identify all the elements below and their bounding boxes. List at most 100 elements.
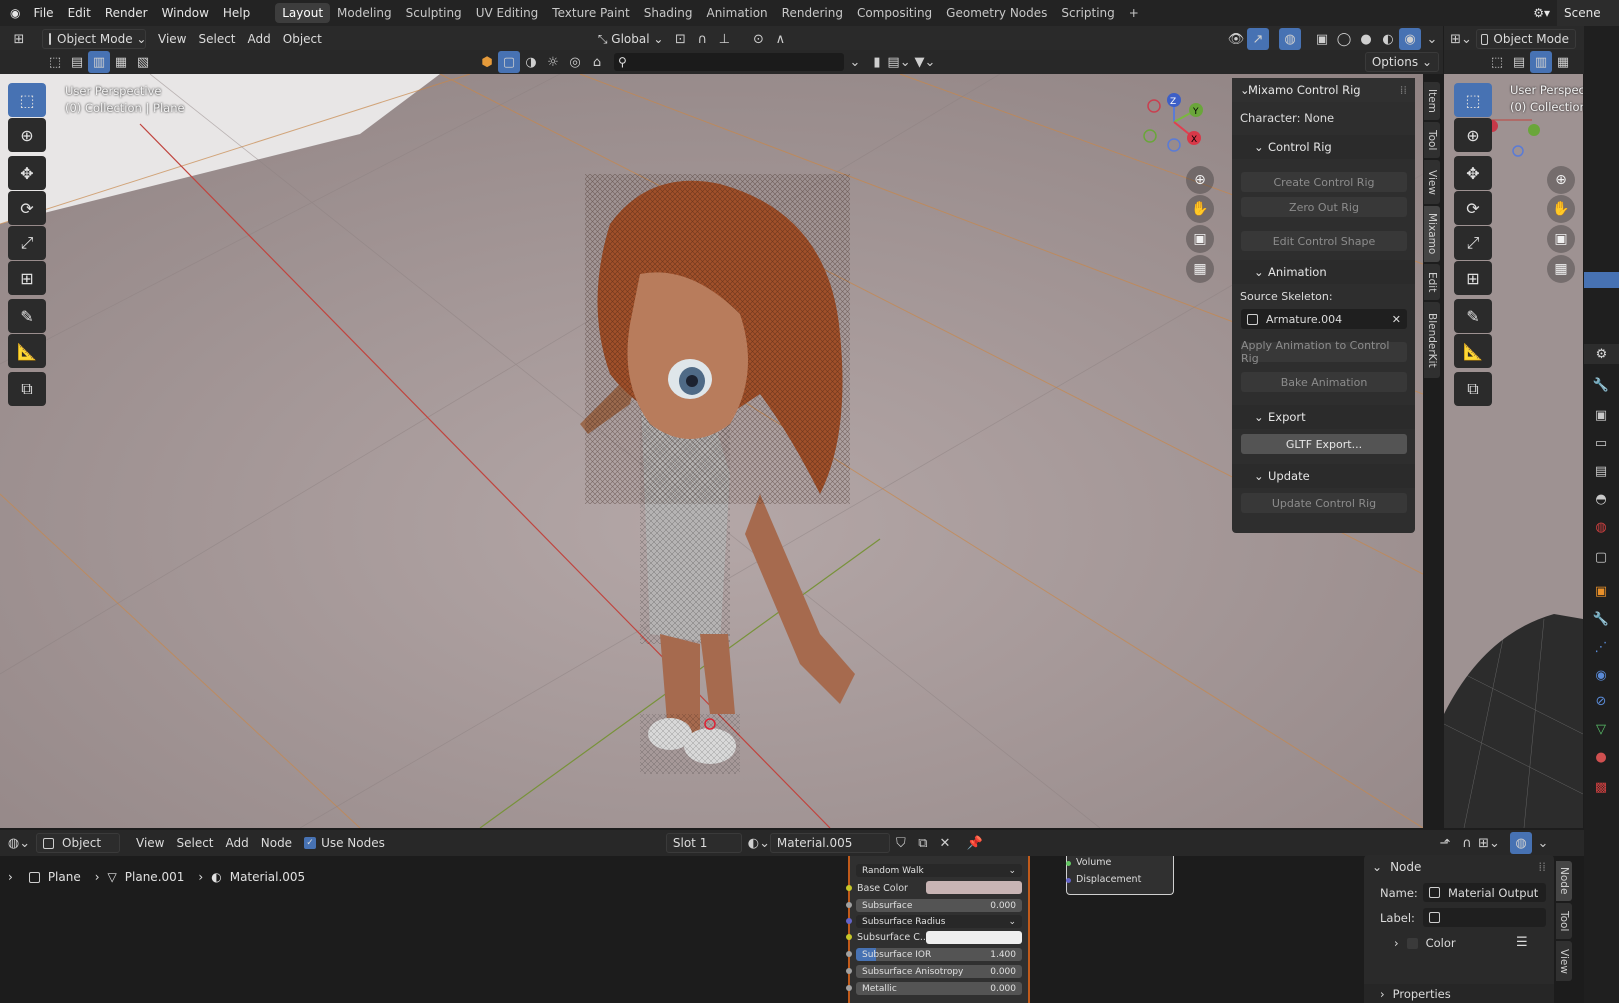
collection-properties-icon[interactable]: ▢: [1592, 548, 1610, 566]
search-options-icon[interactable]: ⌄: [844, 51, 866, 73]
menu-select[interactable]: Select: [192, 29, 241, 49]
control-rig-section[interactable]: ⌄ Control Rig: [1232, 135, 1415, 159]
tab-item[interactable]: Item: [1424, 82, 1440, 120]
filter-world-icon[interactable]: ◎: [564, 51, 586, 73]
modifier-properties-icon[interactable]: 🔧: [1592, 610, 1610, 628]
select-box-mode-icon[interactable]: ⬚: [44, 51, 66, 73]
menu-file[interactable]: File: [26, 0, 60, 26]
color-checkbox[interactable]: [1406, 937, 1418, 949]
duplicate-material-icon[interactable]: ⧉: [912, 832, 934, 854]
physics-properties-icon[interactable]: ◉: [1592, 666, 1610, 684]
transform-tool[interactable]: ⊞: [8, 261, 46, 295]
subsurface-ior-socket[interactable]: [846, 951, 852, 957]
snap-icon[interactable]: ∩: [691, 28, 713, 50]
export-section[interactable]: ⌄ Export: [1232, 405, 1415, 429]
update-section[interactable]: ⌄ Update: [1232, 464, 1415, 488]
editor-type-icon[interactable]: ◍⌄: [8, 832, 30, 854]
render-properties-icon[interactable]: ▣: [1592, 406, 1610, 424]
right-measure-tool[interactable]: 📐: [1454, 334, 1492, 368]
subsurface-radius-socket[interactable]: [846, 918, 852, 924]
mixamo-panel-header[interactable]: ⌄ Mixamo Control Rig ⁞⁞: [1232, 78, 1415, 102]
particles-properties-icon[interactable]: ⋰: [1592, 638, 1610, 656]
select-subtract-icon[interactable]: ▥: [88, 51, 110, 73]
xray-icon[interactable]: ▣: [1311, 28, 1333, 50]
metallic-socket[interactable]: [846, 985, 852, 991]
rendered-shading-icon[interactable]: ◉: [1399, 28, 1421, 50]
pivot-icon[interactable]: ⊡: [669, 28, 691, 50]
right-cursor-tool[interactable]: ⊕: [1454, 118, 1492, 152]
orientation-dropdown[interactable]: ⤡ Global ⌄: [592, 29, 670, 49]
node-label-field[interactable]: [1423, 908, 1546, 927]
constraint-properties-icon[interactable]: ⊘: [1592, 692, 1610, 710]
add-workspace-button[interactable]: +: [1122, 3, 1146, 23]
tab-scripting[interactable]: Scripting: [1054, 3, 1121, 23]
tab-edit[interactable]: Edit: [1424, 264, 1440, 300]
options-dropdown[interactable]: Options ⌄: [1364, 52, 1439, 72]
menu-help[interactable]: Help: [216, 0, 257, 26]
right-scale-tool[interactable]: ⤢: [1454, 226, 1492, 260]
menu-add[interactable]: Add: [220, 833, 255, 853]
select-subtract-icon[interactable]: ▥: [1530, 51, 1552, 73]
right-zoom-button[interactable]: ⊕: [1547, 166, 1575, 194]
viewport-search-input[interactable]: ⚲: [614, 53, 844, 71]
rotate-tool[interactable]: ⟳: [8, 191, 46, 225]
tool-properties-icon[interactable]: ⚙: [1584, 344, 1619, 364]
update-control-rig-button[interactable]: Update Control Rig: [1241, 493, 1407, 513]
fake-user-icon[interactable]: ⛉: [890, 832, 912, 854]
tab-geometry-nodes[interactable]: Geometry Nodes: [939, 3, 1054, 23]
right-mode-dropdown[interactable]: Object Mode: [1476, 29, 1576, 49]
right-select-tool[interactable]: ⬚: [1454, 83, 1492, 117]
displacement-socket[interactable]: [1066, 878, 1071, 883]
world-properties-icon[interactable]: ◍: [1592, 518, 1610, 536]
material-properties-icon[interactable]: ●: [1592, 748, 1610, 766]
node-name-field[interactable]: Material Output: [1423, 883, 1546, 902]
base-color-swatch[interactable]: [926, 881, 1022, 894]
color-subpanel[interactable]: › Color: [1394, 936, 1456, 950]
subsurface-field[interactable]: Subsurface 0.000: [856, 899, 1022, 912]
gltf-export-button[interactable]: GLTF Export...: [1241, 434, 1407, 454]
wireframe-shading-icon[interactable]: ◯: [1333, 28, 1355, 50]
subsurface-ior-field[interactable]: Subsurface IOR 1.400: [856, 948, 1022, 961]
scene-name[interactable]: Scene: [1557, 0, 1619, 26]
filter-icon[interactable]: ▼⌄: [910, 51, 940, 73]
tab-view[interactable]: View: [1424, 160, 1440, 204]
use-nodes-checkbox[interactable]: ✓ Use Nodes: [298, 833, 391, 853]
menu-object[interactable]: Object: [277, 29, 328, 49]
blender-logo-icon[interactable]: ◉: [0, 0, 26, 26]
select-box-mode-icon[interactable]: ⬚: [1486, 51, 1508, 73]
pin-icon[interactable]: 📌: [964, 832, 986, 854]
3d-viewport[interactable]: User Perspective (0) Collection | Plane …: [0, 74, 1423, 828]
list-icon[interactable]: ☰: [1516, 935, 1528, 950]
mode-dropdown[interactable]: Object Mode ⌄: [42, 29, 146, 49]
snap-mode-icon[interactable]: ⊞⌄: [1478, 832, 1500, 854]
create-control-rig-button[interactable]: Create Control Rig: [1241, 172, 1407, 192]
annotate-tool[interactable]: ✎: [8, 299, 46, 333]
shader-type-dropdown[interactable]: Object: [36, 833, 120, 853]
filter-light-icon[interactable]: ☼: [542, 51, 564, 73]
subsurface-anisotropy-field[interactable]: Subsurface Anisotropy 0.000: [856, 965, 1022, 978]
menu-node[interactable]: Node: [255, 833, 298, 853]
menu-select[interactable]: Select: [170, 833, 219, 853]
subsurface-method-dropdown[interactable]: Random Walk ⌄: [856, 864, 1022, 877]
edit-control-shape-button[interactable]: Edit Control Shape: [1241, 231, 1407, 251]
source-skeleton-field[interactable]: Armature.004 ✕: [1241, 309, 1407, 329]
measure-tool[interactable]: 📐: [8, 334, 46, 368]
scale-tool[interactable]: ⤢: [8, 226, 46, 260]
right-add-cube-tool[interactable]: ⧉: [1454, 372, 1492, 406]
right-rotate-tool[interactable]: ⟳: [1454, 191, 1492, 225]
pan-button[interactable]: ✋: [1186, 195, 1214, 223]
select-intersect-icon[interactable]: ▧: [132, 51, 154, 73]
tab-compositing[interactable]: Compositing: [850, 3, 939, 23]
right-transform-tool[interactable]: ⊞: [1454, 261, 1492, 295]
tab-tool[interactable]: Tool: [1424, 122, 1440, 158]
data-properties-icon[interactable]: ▽: [1592, 720, 1610, 738]
menu-window[interactable]: Window: [155, 0, 216, 26]
node-tab-node[interactable]: Node: [1556, 861, 1572, 901]
tab-blenderkit[interactable]: BlenderKit: [1424, 302, 1440, 378]
filter-mesh-icon[interactable]: ▢: [498, 51, 520, 73]
camera-view-button[interactable]: ▣: [1186, 225, 1214, 253]
tab-shading[interactable]: Shading: [637, 3, 700, 23]
metallic-field[interactable]: Metallic 0.000: [856, 982, 1022, 995]
right-camera-button[interactable]: ▣: [1547, 225, 1575, 253]
solid-shading-icon[interactable]: ●: [1355, 28, 1377, 50]
